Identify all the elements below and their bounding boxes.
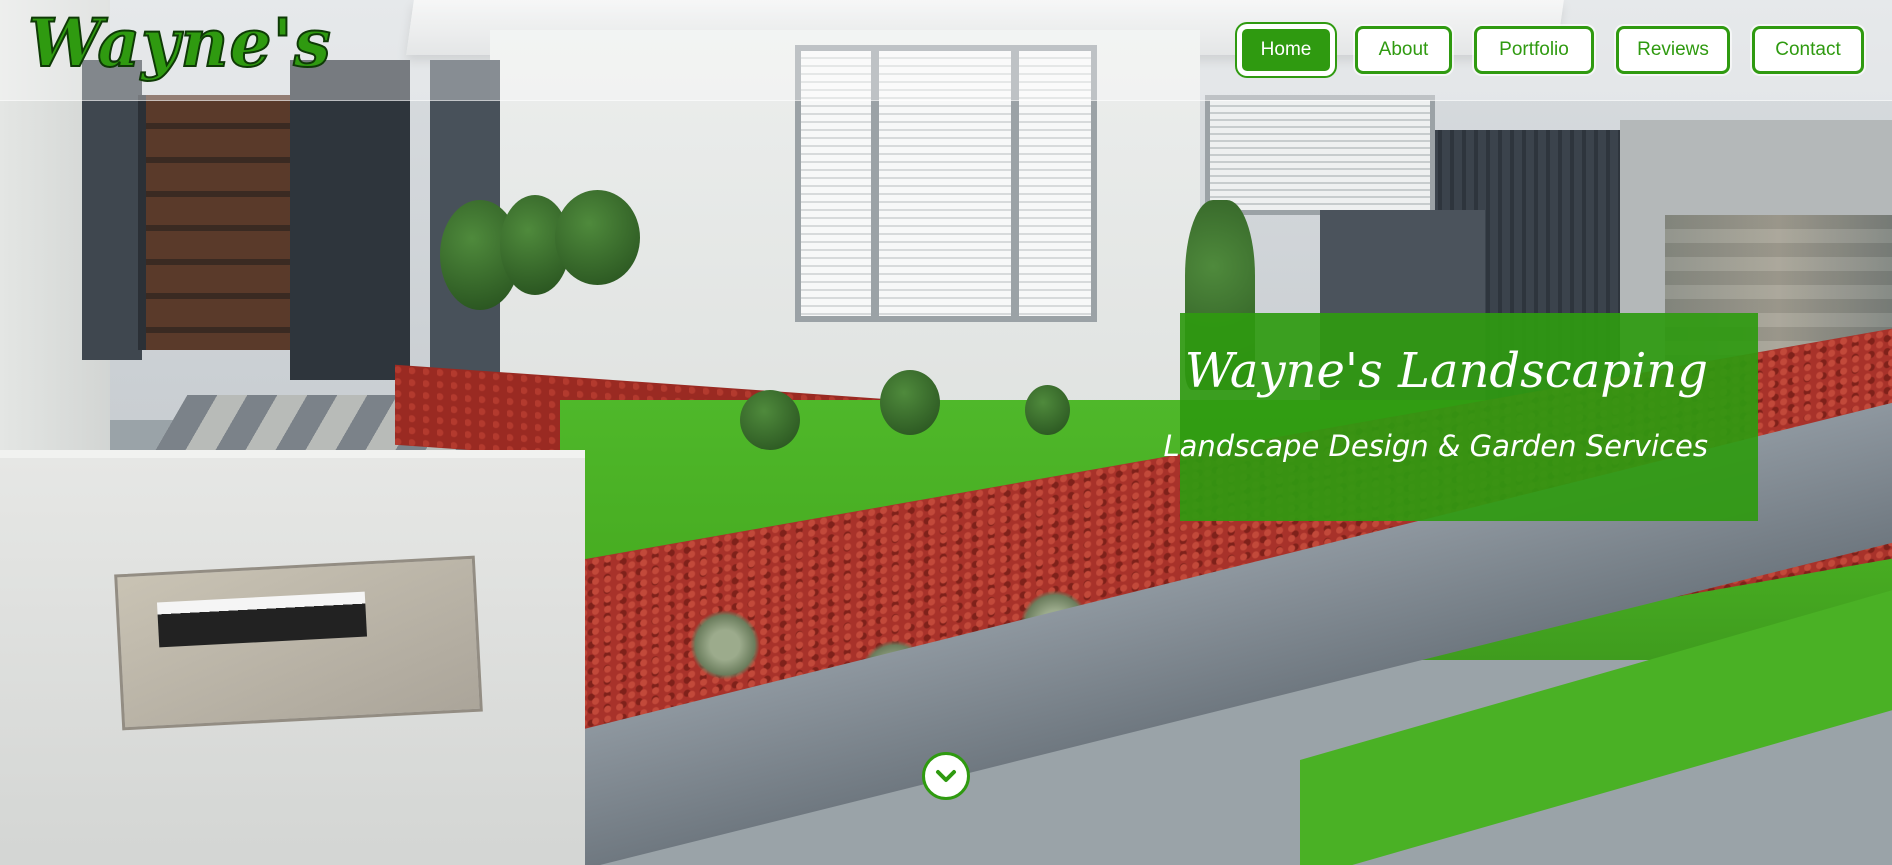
hero-subtitle: Landscape Design & Garden Services: [1163, 429, 1709, 463]
site-header: Wayne's Home About Portfolio Reviews Con…: [0, 0, 1892, 101]
hero-banner: Wayne's Landscaping Landscape Design & G…: [1164, 313, 1758, 521]
chevron-down-icon: [936, 770, 956, 782]
nav-portfolio-button[interactable]: Portfolio: [1474, 26, 1594, 74]
nav-reviews-button[interactable]: Reviews: [1616, 26, 1730, 74]
nav-home-button[interactable]: Home: [1239, 26, 1333, 74]
hero-title: Wayne's Landscaping: [1184, 343, 1708, 399]
nav-contact-button[interactable]: Contact: [1752, 26, 1864, 74]
page: Wayne's Home About Portfolio Reviews Con…: [0, 0, 1892, 865]
scroll-down-button[interactable]: [922, 752, 970, 800]
nav-about-button[interactable]: About: [1355, 26, 1452, 74]
main-nav: Home About Portfolio Reviews Contact: [1239, 26, 1864, 74]
site-logo[interactable]: Wayne's: [27, 3, 332, 83]
